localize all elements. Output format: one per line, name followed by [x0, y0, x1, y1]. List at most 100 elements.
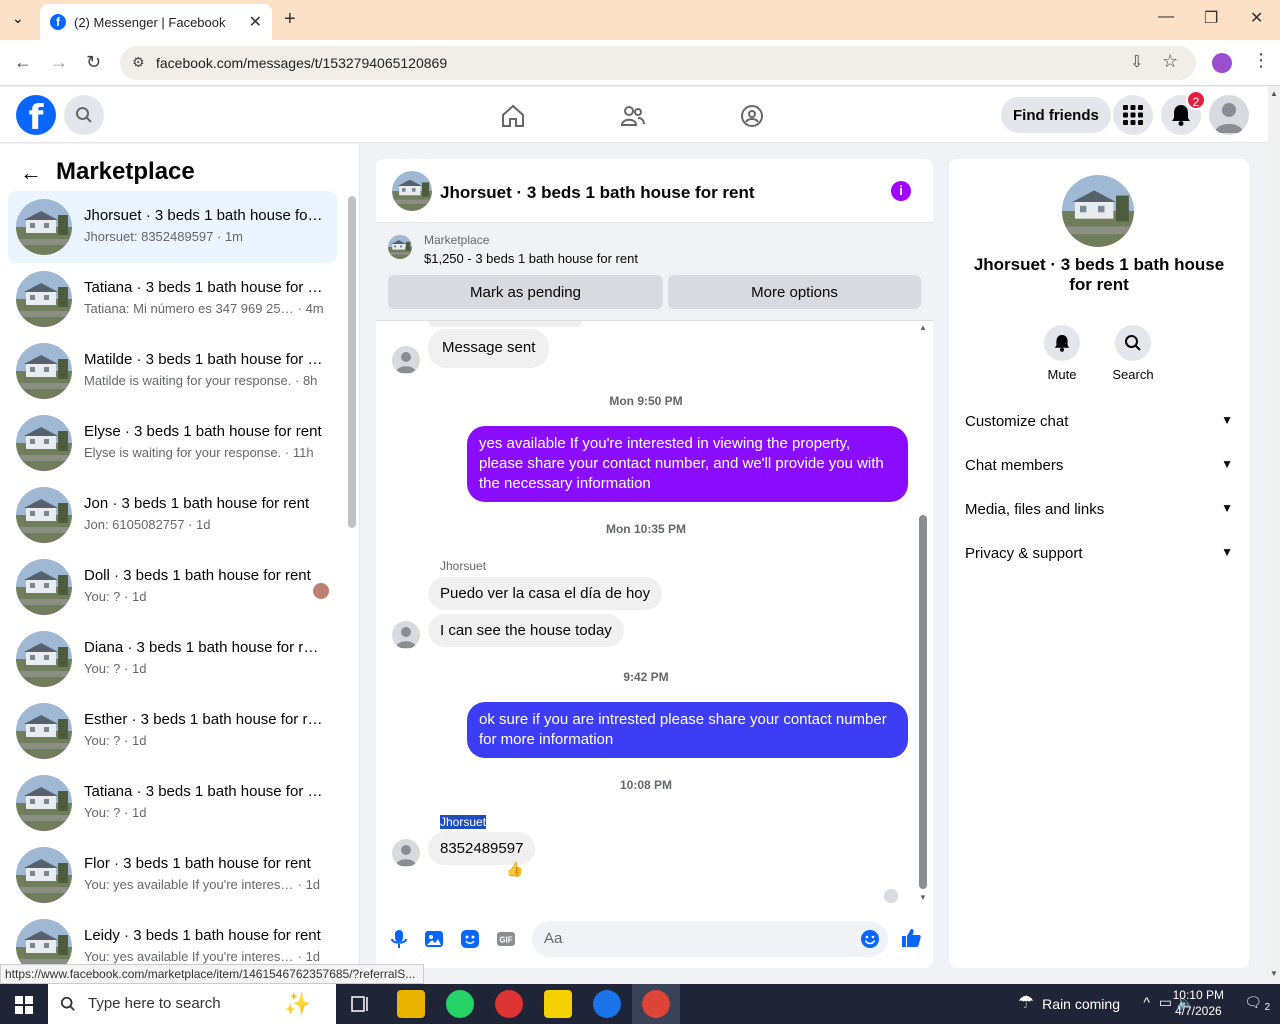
- conversation-item[interactable]: Jon · 3 beds 1 bath house for rent Jon: 6…: [8, 479, 337, 551]
- facebook-logo-icon[interactable]: f: [16, 95, 56, 135]
- like-thumbs-up-icon[interactable]: [900, 927, 922, 949]
- chat-members-row[interactable]: Chat members ▼: [965, 457, 1233, 474]
- conversation-item[interactable]: Jhorsuet · 3 beds 1 bath house for rent J…: [8, 191, 337, 263]
- page-scrollbar[interactable]: ▲ ▼: [1268, 87, 1280, 984]
- browser-menu-icon[interactable]: ⋮: [1252, 50, 1270, 71]
- message-bubble-outgoing[interactable]: yes available If you're interested in vi…: [467, 426, 908, 502]
- conversation-item[interactable]: Diana · 3 beds 1 bath house for rent You:…: [8, 623, 337, 695]
- photo-icon[interactable]: [424, 929, 444, 949]
- privacy-support-row[interactable]: Privacy & support ▼: [965, 545, 1233, 562]
- clock[interactable]: 10:10 PM 4/7/2026: [1173, 987, 1224, 1019]
- conversation-item[interactable]: Doll · 3 beds 1 bath house for rent You: …: [8, 551, 337, 623]
- sticky-notes-icon[interactable]: [544, 990, 572, 1018]
- scroll-down-icon[interactable]: ▼: [919, 893, 927, 902]
- customize-chat-row[interactable]: Customize chat ▼: [965, 413, 1233, 430]
- taskbar-search[interactable]: Type here to search ✨: [48, 984, 336, 1024]
- message-bubble[interactable]: I can see the house today: [428, 614, 624, 647]
- scroll-up-icon[interactable]: ▲: [1270, 89, 1278, 98]
- find-friends-button[interactable]: Find friends: [1001, 97, 1111, 133]
- sender-name: Jhorsuet: [440, 559, 487, 573]
- site-settings-icon[interactable]: ⚙: [132, 54, 145, 71]
- gif-icon[interactable]: GIF: [496, 929, 516, 949]
- scroll-down-icon[interactable]: ▼: [1270, 969, 1278, 978]
- grid-menu-icon: [1123, 105, 1143, 125]
- bookmark-star-icon[interactable]: ☆: [1162, 51, 1178, 72]
- conversation-preview: You: ? · 1d: [84, 589, 147, 604]
- conversation-item[interactable]: Matilde · 3 beds 1 bath house for rent Ma…: [8, 335, 337, 407]
- address-bar[interactable]: ⚙ facebook.com/messages/t/15327940651208…: [120, 46, 1196, 80]
- tray-chevron-icon[interactable]: ^: [1143, 994, 1150, 1010]
- windows-start-icon[interactable]: [15, 996, 33, 1014]
- search-icon: [76, 107, 92, 123]
- restore-icon[interactable]: ❐: [1204, 8, 1218, 28]
- chat-title[interactable]: Jhorsuet · 3 beds 1 bath house for rent: [440, 183, 755, 203]
- chevron-down-icon: ▼: [1221, 501, 1233, 515]
- chat-header: Jhorsuet · 3 beds 1 bath house for rent …: [376, 159, 933, 223]
- media-files-links-row[interactable]: Media, files and links ▼: [965, 501, 1233, 518]
- reaction-thumbs-up-icon[interactable]: 👍: [506, 861, 523, 878]
- scroll-up-icon[interactable]: ▲: [919, 323, 927, 332]
- file-explorer-icon[interactable]: [397, 990, 425, 1018]
- home-icon[interactable]: [500, 103, 526, 129]
- info-icon[interactable]: i: [891, 181, 911, 201]
- listing-thumbnail[interactable]: [388, 235, 412, 259]
- back-arrow-icon[interactable]: ←: [20, 160, 42, 186]
- weather-text[interactable]: Rain coming: [1042, 996, 1120, 1012]
- chat-info-panel: Jhorsuet · 3 beds 1 bath house for rent …: [949, 159, 1249, 968]
- weather-rain-icon[interactable]: ☂: [1018, 992, 1034, 1013]
- active-app-highlight[interactable]: [632, 984, 680, 1024]
- mark-as-pending-button[interactable]: Mark as pending: [388, 275, 663, 309]
- conversation-item[interactable]: Leidy · 3 beds 1 bath house for rent You:…: [8, 911, 337, 964]
- close-window-icon[interactable]: ✕: [1250, 8, 1263, 28]
- chat-avatar[interactable]: [392, 171, 432, 211]
- network-icon[interactable]: ▭: [1159, 994, 1172, 1011]
- sticker-icon[interactable]: [460, 929, 480, 949]
- forward-arrow-icon[interactable]: →: [50, 52, 68, 73]
- microphone-icon[interactable]: [389, 929, 409, 949]
- conversation-avatar: [16, 271, 72, 327]
- listing-price-title[interactable]: $1,250 - 3 beds 1 bath house for rent: [424, 251, 638, 266]
- conversation-item[interactable]: Esther · 3 beds 1 bath house for rent You…: [8, 695, 337, 767]
- message-input[interactable]: Aa: [532, 921, 888, 957]
- mute-button[interactable]: Mute: [1027, 325, 1097, 382]
- back-arrow-icon[interactable]: ←: [14, 52, 32, 73]
- conversation-item[interactable]: Tatiana · 3 beds 1 bath house for rent Yo…: [8, 767, 337, 839]
- groups-icon[interactable]: [739, 103, 765, 129]
- conversation-avatar: [16, 775, 72, 831]
- scrollbar[interactable]: [348, 196, 356, 528]
- new-tab-icon[interactable]: +: [284, 8, 296, 31]
- chrome-profile-icon[interactable]: [593, 990, 621, 1018]
- install-app-icon[interactable]: ⇩: [1130, 52, 1143, 72]
- conversation-item[interactable]: Tatiana · 3 beds 1 bath house for rent Ta…: [8, 263, 337, 335]
- friends-icon[interactable]: [620, 103, 646, 129]
- account-avatar[interactable]: [1209, 95, 1249, 135]
- conversation-item[interactable]: Flor · 3 beds 1 bath house for rent You: …: [8, 839, 337, 911]
- conversation-preview: You: ? · 1d: [84, 805, 147, 820]
- browser-tab[interactable]: f (2) Messenger | Facebook ✕: [40, 4, 272, 40]
- reload-icon[interactable]: ↻: [86, 52, 101, 73]
- close-tab-icon[interactable]: ✕: [249, 12, 262, 32]
- emoji-icon[interactable]: [860, 929, 880, 949]
- tab-list-chevron-icon[interactable]: ⌄: [12, 10, 24, 27]
- message-bubble-outgoing[interactable]: ok sure if you are intrested please shar…: [467, 702, 908, 758]
- chrome-icon: [642, 990, 670, 1018]
- conversation-list-panel: ← Marketplace Jhorsuet · 3 beds 1 bath h…: [0, 144, 360, 964]
- more-options-button[interactable]: More options: [668, 275, 921, 309]
- marketplace-label: Marketplace: [424, 233, 490, 247]
- conversation-item[interactable]: Elyse · 3 beds 1 bath house for rent Elys…: [8, 407, 337, 479]
- task-view-icon[interactable]: [350, 994, 370, 1014]
- message-bubble[interactable]: Puedo ver la casa el día de hoy: [428, 577, 663, 610]
- menu-button[interactable]: [1113, 95, 1153, 135]
- whatsapp-icon[interactable]: [446, 990, 474, 1018]
- chat-name: Jhorsuet · 3 beds 1 bath house for rent: [973, 255, 1225, 294]
- search-conversation-button[interactable]: Search: [1098, 325, 1168, 382]
- minimize-icon[interactable]: —: [1158, 8, 1174, 26]
- notification-center-icon[interactable]: 🗨: [1244, 994, 1262, 1011]
- search-button[interactable]: [64, 95, 104, 135]
- chat-panel: Jhorsuet · 3 beds 1 bath house for rent …: [376, 159, 933, 968]
- profile-icon[interactable]: [1212, 53, 1232, 73]
- message-bubble[interactable]: Message sent: [428, 329, 550, 368]
- scrollbar[interactable]: [919, 515, 927, 889]
- app-icon[interactable]: [495, 990, 523, 1018]
- listing-avatar[interactable]: [1062, 175, 1134, 247]
